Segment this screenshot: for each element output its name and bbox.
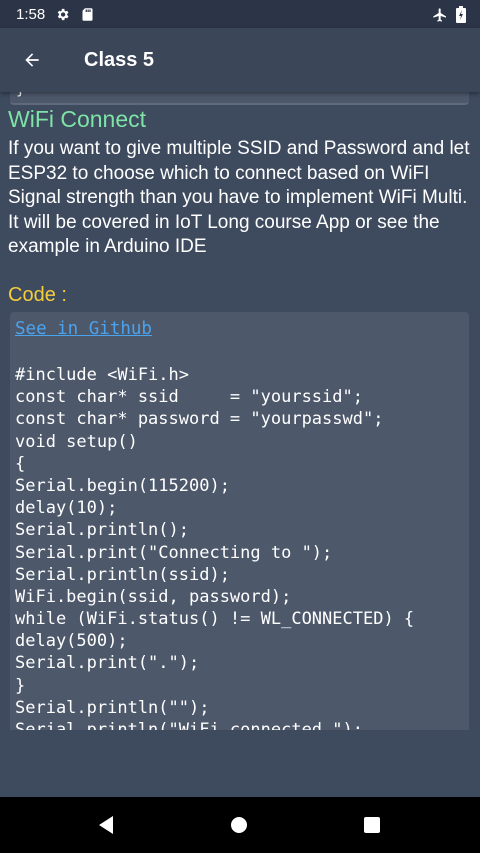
code-label: Code : [8,284,67,306]
code-box: See in Github #include <WiFi.h> const ch… [10,312,469,730]
code-block: #include <WiFi.h> const char* ssid = "yo… [15,364,414,730]
status-time: 1:58 [16,5,46,23]
bottom-empty-area [0,730,480,797]
airplane-mode-icon [432,7,448,28]
system-nav-bar [0,797,480,853]
battery-icon [456,6,466,28]
code-line: delay(500); [15,631,128,652]
code-line: while (WiFi.status() != WL_CONNECTED) { [15,609,415,630]
code-line: Serial.print("Connecting to "); [15,542,333,563]
home-circle-icon[interactable] [227,813,251,837]
code-line: Serial.println(); [15,520,189,541]
code-line: void setup() [15,431,138,452]
code-line: delay(10); [15,498,118,519]
github-link[interactable]: See in Github [15,319,152,339]
arrow-back-icon[interactable] [20,48,44,72]
previous-code-tail: } [16,92,25,98]
back-triangle-icon[interactable] [94,813,118,837]
recents-square-icon[interactable] [360,813,384,837]
code-line: Serial.begin(115200); [15,475,230,496]
code-line: const char* ssid = "yourssid"; [15,387,363,408]
status-icons-right [432,6,466,28]
section-title: WiFi Connect [8,106,147,132]
code-line: Serial.println(""); [15,697,210,718]
code-line: #include <WiFi.h> [15,365,189,385]
previous-code-box: } [10,92,469,105]
code-line: } [15,675,26,696]
section-description: If you want to give multiple SSID and Pa… [8,138,470,257]
sd-card-icon [80,7,95,22]
settings-icon [55,7,70,22]
code-line: Serial.print("."); [15,653,200,674]
code-line: const char* password = "yourpasswd"; [15,409,384,430]
code-line: { [15,453,26,474]
app-bar: Class 5 [0,28,480,92]
status-bar: 1:58 [0,0,480,28]
page-title: Class 5 [84,48,155,71]
code-line: Serial.println("WiFi connected."); [15,720,363,730]
code-line: WiFi.begin(ssid, password); [15,586,292,607]
content-scroll-area[interactable]: } WiFi Connect If you want to give multi… [0,92,480,730]
code-line: Serial.println(ssid); [15,564,230,585]
